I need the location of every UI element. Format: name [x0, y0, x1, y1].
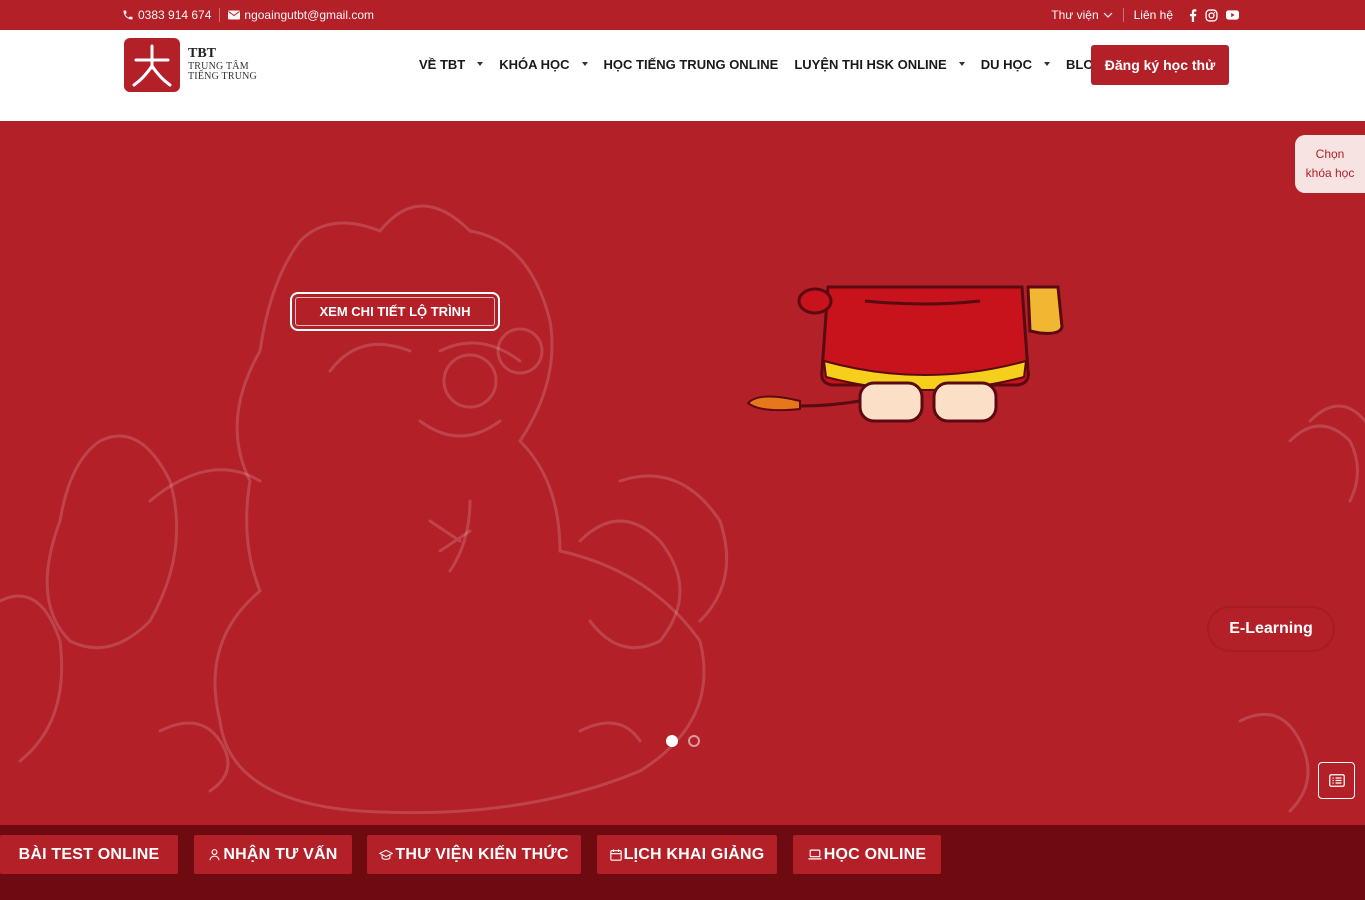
email-link[interactable]: ngoaingutbt@gmail.com [228, 8, 374, 22]
nav-item-du-hoc[interactable]: DU HỌC [981, 57, 1050, 72]
main-nav: VỀ TBT KHÓA HỌC HỌC TIẾNG TRUNG ONLINE L… [419, 30, 1122, 98]
trial-signup-button[interactable]: Đăng ký học thử [1091, 45, 1229, 85]
top-bar: 0383 914 674 ngoaingutbt@gmail.com Thư v… [0, 0, 1365, 30]
youtube-icon[interactable] [1226, 10, 1239, 20]
facebook-icon[interactable] [1189, 8, 1197, 22]
caret-down-icon [1044, 62, 1050, 66]
logo-mark [124, 38, 180, 92]
study-online-button[interactable]: HỌC ONLINE [793, 835, 941, 874]
caret-down-icon [477, 62, 484, 66]
class-schedule-button[interactable]: LỊCH KHAI GIẢNG [597, 835, 777, 874]
calendar-icon [609, 848, 622, 861]
nav-item-hoc-online[interactable]: HỌC TIẾNG TRUNG ONLINE [604, 57, 779, 72]
logo-line-1: TBT [188, 46, 217, 62]
bottom-quick-links: BÀI TEST ONLINE NHẬN TƯ VẤN THƯ VIỆN KIẾ… [0, 825, 1365, 900]
online-test-button[interactable]: BÀI TEST ONLINE [0, 835, 178, 874]
library-label: Thư viện [1051, 8, 1099, 22]
table-of-contents-button[interactable] [1318, 762, 1355, 799]
button-label: BÀI TEST ONLINE [18, 845, 160, 863]
nav-item-khoa-hoc[interactable]: KHÓA HỌC [499, 56, 588, 72]
slider-dot-1[interactable] [666, 735, 678, 747]
phone-number: 0383 914 674 [138, 8, 212, 22]
nav-item-ve-tbt[interactable]: VỀ TBT [419, 56, 484, 72]
phone-icon [123, 10, 133, 20]
caret-down-icon [958, 62, 965, 66]
nav-label: VỀ TBT [419, 56, 466, 72]
button-label: THƯ VIỆN KIẾN THỨC [395, 845, 569, 863]
consult-button[interactable]: NHẬN TƯ VẤN [194, 835, 352, 874]
contact-link[interactable]: Liên hệ [1134, 8, 1173, 22]
view-roadmap-button[interactable]: XEM CHI TIẾT LỘ TRÌNH [290, 292, 500, 331]
button-label: NHẬN TƯ VẤN [223, 845, 338, 863]
choose-course-tab[interactable]: Chọn khóa học [1295, 135, 1365, 193]
phone-link[interactable]: 0383 914 674 [122, 8, 211, 22]
slider-dot-2[interactable] [688, 735, 700, 747]
mail-icon [228, 10, 241, 20]
list-icon [1328, 774, 1345, 787]
choose-course-line-1: Chọn [1315, 147, 1345, 161]
instagram-icon[interactable] [1205, 8, 1218, 22]
button-label: HỌC ONLINE [823, 845, 927, 863]
nav-label: HỌC TIẾNG TRUNG ONLINE [603, 56, 779, 72]
nav-label: DU HỌC [980, 56, 1032, 72]
nav-item-luyen-thi-hsk[interactable]: LUYỆN THI HSK ONLINE [794, 56, 965, 72]
hero-slider: XEM CHI TIẾT LỘ TRÌNH [0, 121, 1365, 825]
laptop-icon [808, 849, 822, 860]
choose-course-line-2: khóa học [1305, 165, 1355, 180]
email-address: ngoaingutbt@gmail.com [244, 8, 374, 22]
caret-down-icon [581, 62, 588, 66]
library-menu[interactable]: Thư viện [1051, 8, 1113, 22]
elearning-button[interactable]: E-Learning [1209, 608, 1333, 650]
divider [1122, 8, 1124, 22]
hero-illustration [0, 204, 1365, 815]
slider-pagination [666, 735, 700, 747]
nav-label: KHÓA HỌC [499, 56, 570, 72]
knowledge-library-button[interactable]: THƯ VIỆN KIẾN THỨC [367, 835, 581, 874]
chevron-down-icon [1103, 12, 1113, 18]
graduation-cap-icon [379, 849, 394, 860]
nav-label: LUYỆN THI HSK ONLINE [794, 56, 947, 72]
logo-line-3: TIẾNG TRUNG [188, 71, 257, 83]
main-header: TBT TRUNG TÂM TIẾNG TRUNG VỀ TBT KHÓA HỌ… [0, 30, 1365, 121]
site-logo[interactable]: TBT TRUNG TÂM TIẾNG TRUNG [124, 38, 257, 92]
button-label: LỊCH KHAI GIẢNG [623, 845, 765, 863]
divider [219, 8, 221, 22]
support-icon [209, 849, 220, 861]
